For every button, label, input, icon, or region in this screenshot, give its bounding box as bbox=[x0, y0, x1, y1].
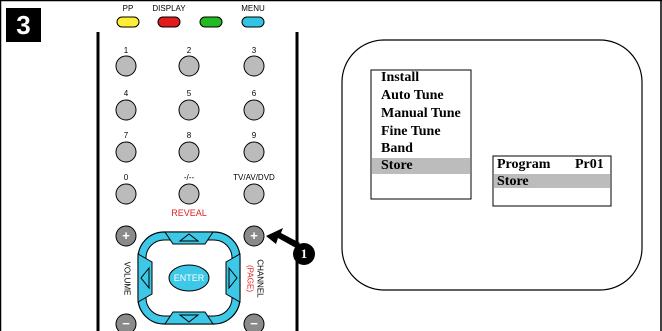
menu-item-fine-tune: Fine Tune bbox=[381, 124, 441, 139]
key-5 bbox=[178, 99, 200, 121]
callout-arrow-icon bbox=[266, 228, 300, 248]
key-5-label: 5 bbox=[186, 89, 192, 98]
key-9-label: 9 bbox=[251, 131, 257, 140]
volume-label: VOLUME bbox=[122, 261, 132, 296]
key-2 bbox=[178, 55, 200, 77]
key-0-label: 0 bbox=[123, 173, 129, 182]
key-7 bbox=[115, 141, 137, 163]
menu-item-band: Band bbox=[381, 141, 413, 156]
menu-item-store: Store bbox=[381, 158, 413, 173]
key-8-label: 8 bbox=[186, 131, 192, 140]
menu-item-manual-tune: Manual Tune bbox=[381, 106, 461, 121]
pp-label: PP bbox=[122, 4, 134, 13]
menu-label: MENU bbox=[241, 4, 265, 13]
menu-button bbox=[241, 16, 265, 28]
color-buttons bbox=[116, 16, 265, 28]
key-6-label: 6 bbox=[251, 89, 257, 98]
key-dash-label: -/-- bbox=[183, 173, 195, 182]
key-3-label: 3 bbox=[251, 46, 257, 55]
key-6 bbox=[243, 99, 265, 121]
pp-button bbox=[116, 16, 140, 28]
channel-minus-icon: − bbox=[250, 316, 258, 331]
key-3 bbox=[243, 55, 265, 77]
key-4-label: 4 bbox=[123, 89, 129, 98]
instruction-diagram: 3 PP DISPLAY MENU 1 2 3 4 5 6 7 8 9 0 -/… bbox=[0, 0, 662, 331]
key-1 bbox=[115, 55, 137, 77]
channel-label: CHANNEL bbox=[255, 259, 265, 298]
page-label: (PAGE) bbox=[245, 265, 255, 292]
display-button bbox=[157, 16, 181, 28]
step-number-badge: 3 bbox=[6, 8, 41, 42]
key-8 bbox=[178, 141, 200, 163]
key-tv-av-dvd-label: TV/AV/DVD bbox=[233, 173, 275, 182]
channel-plus-icon: + bbox=[250, 228, 258, 243]
submenu-value: Pr01 bbox=[575, 157, 604, 172]
volume-plus-icon: + bbox=[122, 228, 130, 243]
key-1-label: 1 bbox=[123, 46, 129, 55]
reveal-label: REVEAL bbox=[171, 208, 207, 218]
key-2-label: 2 bbox=[186, 46, 192, 55]
key-tv-av-dvd bbox=[243, 183, 265, 205]
enter-label: ENTER bbox=[173, 273, 205, 283]
submenu-selected-item: Store bbox=[497, 174, 529, 189]
green-button bbox=[199, 16, 223, 28]
menu-item-auto-tune: Auto Tune bbox=[381, 88, 444, 103]
menu-item-install: Install bbox=[381, 70, 420, 85]
key-7-label: 7 bbox=[123, 131, 129, 140]
volume-minus-icon: − bbox=[122, 316, 130, 331]
diagram-frame bbox=[0, 0, 662, 331]
submenu-title: Program bbox=[497, 157, 551, 172]
key-4 bbox=[115, 99, 137, 121]
key-dash bbox=[178, 183, 200, 205]
callout-number: 1 bbox=[300, 246, 308, 261]
display-label: DISPLAY bbox=[152, 4, 186, 13]
key-0 bbox=[115, 183, 137, 205]
key-9 bbox=[243, 141, 265, 163]
